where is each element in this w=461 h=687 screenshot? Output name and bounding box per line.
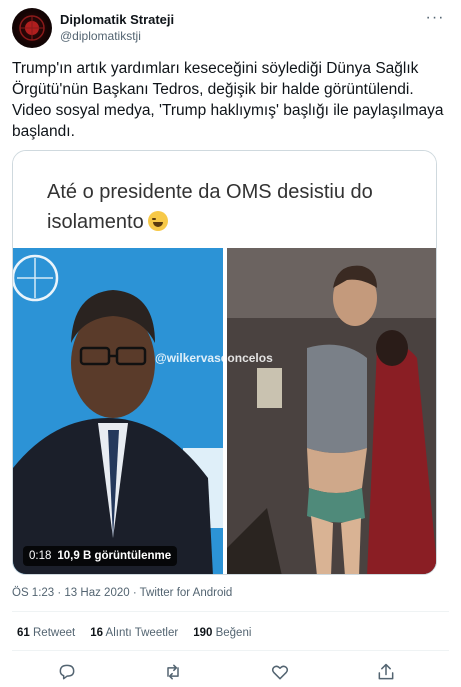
like-count: 190 <box>193 627 213 639</box>
video-watermark: @wilkervasconcelos <box>155 351 273 365</box>
video-right-panel <box>227 248 436 574</box>
quote-count: 16 <box>90 627 103 639</box>
tweet-timestamp[interactable]: ÖS 1:23 · 13 Haz 2020 · Twitter for Andr… <box>12 587 232 599</box>
tweet-actions <box>12 660 449 684</box>
retweet-stat[interactable]: 61 Retweet <box>17 627 75 639</box>
avatar-logo-icon <box>19 15 45 41</box>
divider <box>12 650 449 651</box>
retweet-icon[interactable] <box>163 662 183 682</box>
avatar[interactable] <box>12 8 52 48</box>
heart-icon[interactable] <box>270 662 290 682</box>
person-left-figure <box>13 248 223 574</box>
retweet-count: 61 <box>17 627 30 639</box>
person-right-figure <box>227 248 436 574</box>
video-views: 10,9 B görüntülenme <box>57 550 172 562</box>
tweet-stats: 61 Retweet 16 Alıntı Tweetler 190 Beğeni <box>17 627 251 639</box>
like-label: Beğeni <box>215 627 252 639</box>
share-icon[interactable] <box>376 662 396 682</box>
like-stat[interactable]: 190 Beğeni <box>193 627 251 639</box>
tweet-header: Diplomatik Strateji @diplomatikstji ··· <box>12 8 449 48</box>
video-caption-area: Até o presidente da OMS desistiu do isol… <box>13 151 436 248</box>
tweet-text: Trump'ın artık yardımları keseceğini söy… <box>12 60 444 140</box>
display-name[interactable]: Diplomatik Strateji <box>60 12 174 27</box>
handle[interactable]: @diplomatikstji <box>60 29 141 43</box>
video-caption: Até o presidente da OMS desistiu do isol… <box>47 181 373 233</box>
retweet-label: Retweet <box>33 627 76 639</box>
video-duration-badge: 0:18 10,9 B görüntülenme <box>23 546 178 566</box>
divider <box>12 611 449 612</box>
quote-label: Alıntı Tweetler <box>105 627 179 639</box>
video-player[interactable]: Até o presidente da OMS desistiu do isol… <box>12 150 437 575</box>
video-left-panel <box>13 248 223 574</box>
quote-stat[interactable]: 16 Alıntı Tweetler <box>90 627 178 639</box>
video-duration: 0:18 <box>29 550 52 562</box>
more-icon[interactable]: ··· <box>423 10 447 32</box>
sweat-smile-emoji-icon <box>148 211 169 231</box>
reply-icon[interactable] <box>57 662 77 682</box>
